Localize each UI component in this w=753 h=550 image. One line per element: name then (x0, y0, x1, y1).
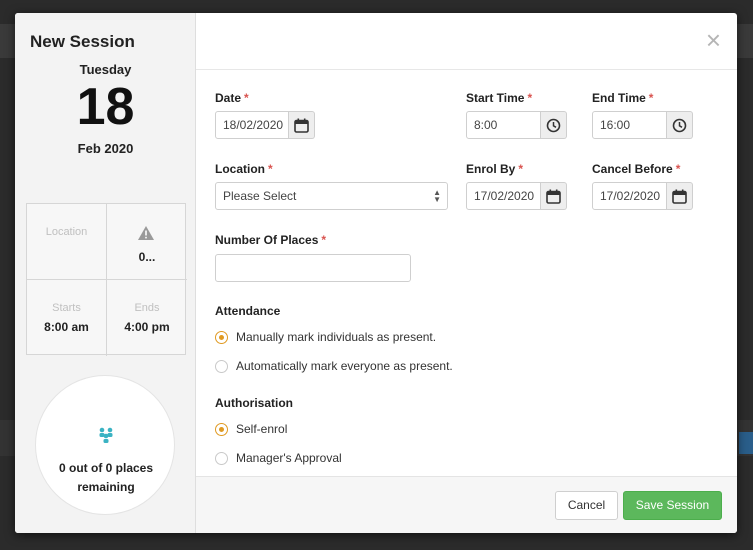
enrol-by-calendar-button[interactable] (541, 182, 567, 210)
background-badge (739, 432, 753, 454)
session-summary-sidebar: New Session Tuesday 18 Feb 2020 Location… (15, 13, 196, 533)
number-of-places-label: Number Of Places * (215, 233, 327, 247)
places-remaining-text: 0 out of 0 places remaining (36, 459, 176, 497)
date-label: Date * (215, 91, 249, 105)
radio-unselected[interactable] (215, 360, 228, 373)
session-form: × Date * 18/02/2020 Start Time * 8:00 End … (196, 13, 737, 533)
places-line-2: remaining (77, 480, 135, 494)
day-name: Tuesday (79, 62, 132, 77)
calendar-icon (672, 189, 687, 204)
places-remaining-circle: 0 out of 0 places remaining (35, 375, 175, 515)
radio-label: Manually mark individuals as present. (236, 330, 437, 344)
radio-selected[interactable] (215, 423, 228, 436)
clock-icon (546, 118, 561, 133)
radio-label: Automatically mark everyone as present. (236, 359, 453, 373)
day-number: 18 (76, 78, 135, 136)
enrol-by-input[interactable]: 17/02/2020 (466, 182, 541, 210)
warning-triangle-icon (138, 226, 154, 240)
authorisation-label: Authorisation (215, 396, 293, 410)
location-select[interactable]: Please Select ▲ ▼ (215, 182, 448, 210)
warning-cell: 0... (107, 204, 187, 280)
session-info-grid: Location 0... Starts 8:00 am Ends 4:00 p… (26, 203, 187, 356)
radio-unselected[interactable] (215, 452, 228, 465)
radio-selected[interactable] (215, 331, 228, 344)
clock-icon (672, 118, 687, 133)
enrol-by-label: Enrol By * (466, 162, 524, 176)
ends-label: Ends (134, 302, 160, 314)
starts-label: Starts (52, 302, 81, 314)
people-icon (99, 427, 113, 443)
calendar-icon (546, 189, 561, 204)
close-icon[interactable]: × (706, 27, 721, 53)
end-time-label: End Time * (592, 91, 654, 105)
cancel-before-calendar-button[interactable] (667, 182, 693, 210)
warning-value: 0... (138, 250, 156, 264)
cancel-before-label: Cancel Before * (592, 162, 681, 176)
calendar-icon (294, 118, 309, 133)
date-input[interactable]: 18/02/2020 (215, 111, 289, 139)
attendance-label: Attendance (215, 304, 281, 318)
new-session-modal: New Session Tuesday 18 Feb 2020 Location… (15, 13, 737, 533)
cancel-before-input[interactable]: 17/02/2020 (592, 182, 667, 210)
modal-footer: Cancel Save Session (196, 476, 737, 533)
end-time-clock-button[interactable] (667, 111, 693, 139)
starts-value: 8:00 am (44, 320, 89, 334)
date-calendar-button[interactable] (289, 111, 315, 139)
select-arrows-icon: ▲ ▼ (433, 188, 441, 204)
ends-value: 4:00 pm (124, 320, 170, 334)
location-cell-label: Location (45, 226, 88, 238)
starts-cell: Starts 8:00 am (27, 280, 107, 356)
ends-cell: Ends 4:00 pm (107, 280, 187, 356)
start-time-input[interactable]: 8:00 (466, 111, 541, 139)
start-time-label: Start Time * (466, 91, 533, 105)
cancel-button[interactable]: Cancel (555, 491, 618, 520)
end-time-input[interactable]: 16:00 (592, 111, 667, 139)
radio-label: Manager's Approval (236, 451, 342, 465)
location-cell: Location (27, 204, 107, 280)
number-of-places-input[interactable] (215, 254, 411, 282)
header-divider (196, 69, 737, 70)
location-select-value: Please Select (223, 189, 297, 203)
start-time-clock-button[interactable] (541, 111, 567, 139)
save-session-button[interactable]: Save Session (623, 491, 722, 520)
radio-label: Self-enrol (236, 422, 288, 436)
location-label: Location * (215, 162, 273, 176)
month-year: Feb 2020 (77, 141, 134, 156)
modal-title: New Session (30, 32, 135, 51)
places-line-1: 0 out of 0 places (58, 461, 154, 475)
